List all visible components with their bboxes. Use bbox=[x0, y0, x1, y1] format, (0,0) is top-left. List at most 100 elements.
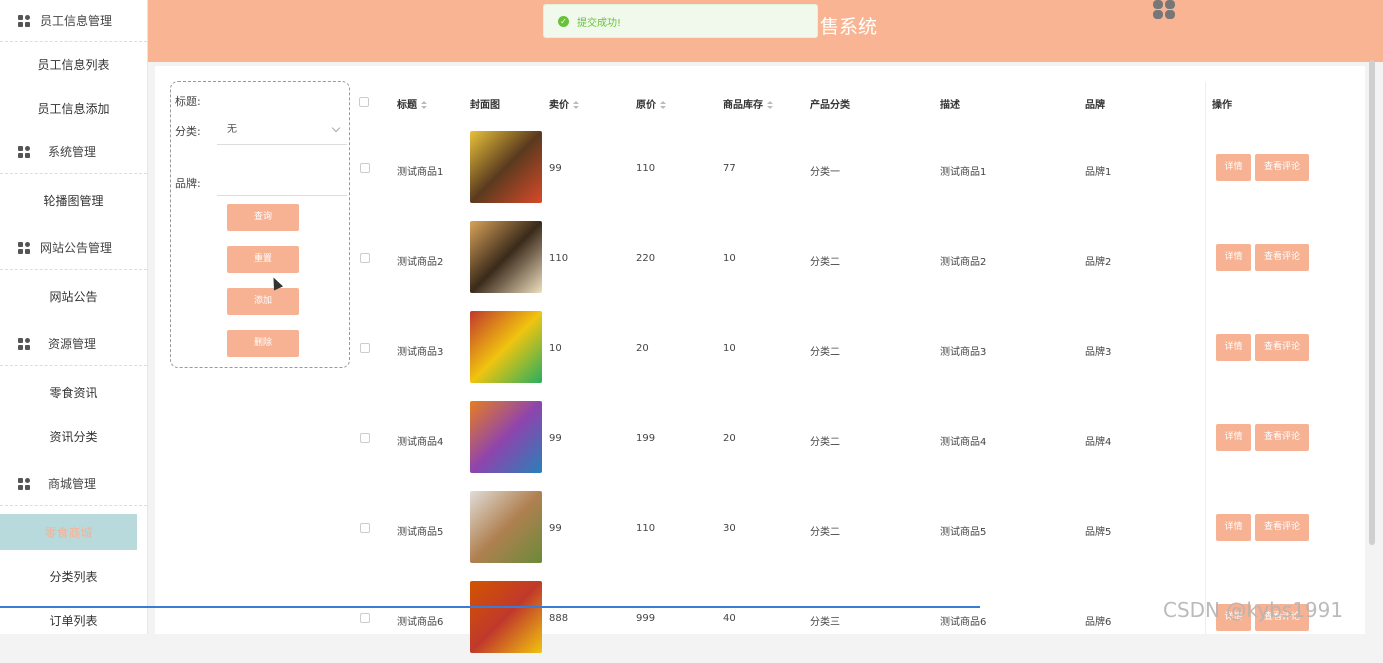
row-checkbox[interactable] bbox=[360, 253, 370, 263]
query-button[interactable]: 查询 bbox=[227, 204, 299, 231]
cell-title: 测试商品5 bbox=[397, 527, 444, 538]
header-brand: 品牌 bbox=[1085, 100, 1105, 111]
sidebar-group-staff[interactable]: 员工信息管理 bbox=[0, 0, 147, 42]
detail-button[interactable]: 详情 bbox=[1216, 154, 1251, 181]
toast-message: 提交成功! bbox=[577, 17, 622, 29]
cell-stock: 40 bbox=[723, 613, 736, 624]
sidebar-item-category-list[interactable]: 分类列表 bbox=[0, 554, 147, 598]
view-comments-button[interactable]: 查看评论 bbox=[1255, 154, 1309, 181]
sidebar: 员工信息管理 员工信息列表 员工信息添加 系统管理 轮播图管理 网站公告管理 网… bbox=[0, 0, 148, 634]
product-cover-image bbox=[470, 491, 542, 563]
sidebar-group-label: 员工信息管理 bbox=[40, 14, 113, 28]
cell-desc: 测试商品4 bbox=[940, 437, 987, 448]
cell-original: 220 bbox=[636, 253, 656, 264]
cell-desc: 测试商品3 bbox=[940, 347, 987, 358]
sidebar-group-notice[interactable]: 网站公告管理 bbox=[0, 226, 147, 270]
table-row: 测试商品3 10 20 10 分类二 测试商品3 品牌3 详情 查看评论 bbox=[352, 303, 1365, 393]
header-ops: 操作 bbox=[1212, 100, 1232, 111]
sidebar-item-snack-mall[interactable]: 零食商城 bbox=[0, 514, 137, 550]
category-select[interactable]: 无 bbox=[217, 115, 347, 145]
sort-icon[interactable] bbox=[660, 101, 666, 109]
header-desc: 描述 bbox=[940, 100, 960, 111]
watermark: CSDN @kybs1991 bbox=[1163, 598, 1344, 622]
page-title: 售系统 bbox=[820, 16, 878, 38]
row-checkbox[interactable] bbox=[360, 343, 370, 353]
sidebar-item-news-category[interactable]: 资讯分类 bbox=[0, 414, 147, 458]
table-row: 测试商品5 99 110 30 分类二 测试商品5 品牌5 详情 查看评论 bbox=[352, 483, 1365, 573]
row-checkbox[interactable] bbox=[360, 433, 370, 443]
sidebar-group-resource[interactable]: 资源管理 bbox=[0, 322, 147, 366]
category-select-value: 无 bbox=[227, 124, 237, 135]
sidebar-group-label: 网站公告管理 bbox=[40, 241, 113, 255]
view-comments-button[interactable]: 查看评论 bbox=[1255, 244, 1309, 271]
cell-brand: 品牌5 bbox=[1085, 527, 1112, 538]
add-button[interactable]: 添加 bbox=[227, 288, 299, 315]
sidebar-item-banner[interactable]: 轮播图管理 bbox=[0, 178, 147, 222]
delete-button[interactable]: 删除 bbox=[227, 330, 299, 357]
product-cover-image bbox=[470, 311, 542, 383]
detail-button[interactable]: 详情 bbox=[1216, 424, 1251, 451]
sort-icon[interactable] bbox=[573, 101, 579, 109]
user-avatar-icon[interactable] bbox=[1153, 0, 1177, 20]
detail-button[interactable]: 详情 bbox=[1216, 244, 1251, 271]
sidebar-item-snack-news[interactable]: 零食资讯 bbox=[0, 370, 147, 414]
success-toast: ✓ 提交成功! bbox=[543, 4, 818, 38]
view-comments-button[interactable]: 查看评论 bbox=[1255, 424, 1309, 451]
row-checkbox[interactable] bbox=[360, 163, 370, 173]
cell-category: 分类二 bbox=[810, 527, 840, 538]
sort-icon[interactable] bbox=[421, 101, 427, 109]
sidebar-item-staff-add[interactable]: 员工信息添加 bbox=[0, 86, 147, 130]
cell-brand: 品牌4 bbox=[1085, 437, 1112, 448]
view-comments-button[interactable]: 查看评论 bbox=[1255, 334, 1309, 361]
header-original[interactable]: 原价 bbox=[636, 96, 666, 111]
header-price[interactable]: 卖价 bbox=[549, 96, 579, 111]
cell-brand: 品牌3 bbox=[1085, 347, 1112, 358]
header-title[interactable]: 标题 bbox=[397, 96, 427, 111]
cell-original: 110 bbox=[636, 163, 656, 174]
cell-category: 分类二 bbox=[810, 347, 840, 358]
product-cover-image bbox=[470, 401, 542, 473]
detail-button[interactable]: 详情 bbox=[1216, 334, 1251, 361]
cell-price: 99 bbox=[549, 163, 562, 174]
progress-line bbox=[0, 606, 980, 608]
detail-button[interactable]: 详情 bbox=[1216, 514, 1251, 541]
sidebar-group-system[interactable]: 系统管理 bbox=[0, 130, 147, 174]
row-checkbox[interactable] bbox=[360, 523, 370, 533]
cell-original: 110 bbox=[636, 523, 656, 534]
table-row: 测试商品4 99 199 20 分类二 测试商品4 品牌4 详情 查看评论 bbox=[352, 393, 1365, 483]
cell-stock: 10 bbox=[723, 253, 736, 264]
cell-price: 888 bbox=[549, 613, 569, 624]
header-stock[interactable]: 商品库存 bbox=[723, 96, 773, 111]
cell-stock: 20 bbox=[723, 433, 736, 444]
cell-category: 分类二 bbox=[810, 257, 840, 268]
sidebar-group-mall[interactable]: 商城管理 bbox=[0, 462, 147, 506]
sidebar-item-notice[interactable]: 网站公告 bbox=[0, 274, 147, 318]
view-comments-button[interactable]: 查看评论 bbox=[1255, 514, 1309, 541]
header-category: 产品分类 bbox=[810, 100, 850, 111]
cell-title: 测试商品1 bbox=[397, 167, 444, 178]
grid-icon bbox=[18, 241, 32, 254]
grid-icon bbox=[18, 145, 32, 158]
select-all-checkbox[interactable] bbox=[359, 97, 369, 107]
row-checkbox[interactable] bbox=[360, 613, 370, 623]
brand-label: 品牌: bbox=[175, 177, 201, 190]
sidebar-item-staff-list[interactable]: 员工信息列表 bbox=[0, 42, 147, 86]
table-row: 测试商品2 110 220 10 分类二 测试商品2 品牌2 详情 查看评论 bbox=[352, 213, 1365, 303]
table-row: 测试商品1 99 110 77 分类一 测试商品1 品牌1 详情 查看评论 bbox=[352, 123, 1365, 213]
product-cover-image bbox=[470, 131, 542, 203]
cell-title: 测试商品4 bbox=[397, 437, 444, 448]
check-icon: ✓ bbox=[558, 15, 569, 27]
reset-button[interactable]: 重置 bbox=[227, 246, 299, 273]
cell-category: 分类一 bbox=[810, 167, 840, 178]
sort-icon[interactable] bbox=[767, 101, 773, 109]
header-cover: 封面图 bbox=[470, 100, 500, 111]
scrollbar[interactable] bbox=[1369, 60, 1375, 545]
title-input[interactable] bbox=[217, 86, 347, 116]
cell-original: 999 bbox=[636, 613, 656, 624]
brand-input[interactable] bbox=[217, 166, 347, 196]
product-cover-image bbox=[470, 581, 542, 653]
cell-title: 测试商品3 bbox=[397, 347, 444, 358]
sidebar-group-label: 资源管理 bbox=[48, 337, 97, 351]
sidebar-item-order-list[interactable]: 订单列表 bbox=[0, 598, 147, 634]
cell-desc: 测试商品2 bbox=[940, 257, 987, 268]
